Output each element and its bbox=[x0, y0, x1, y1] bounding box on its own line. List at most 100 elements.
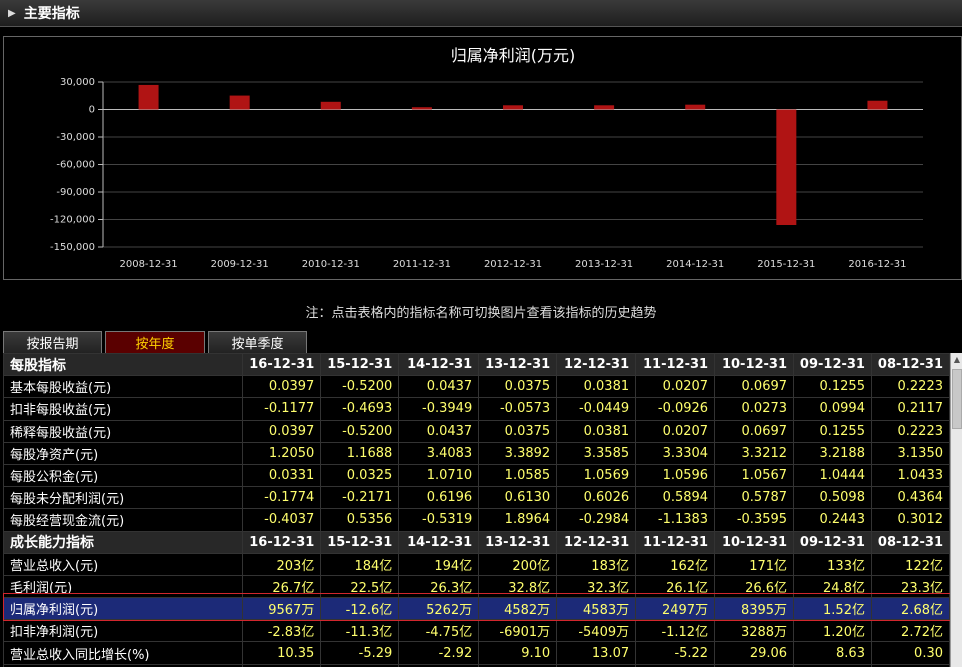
table-row[interactable]: 营业总收入同比增长(%) 10.35 -5.29 -2.92 9.10 13.07 -5.2… bbox=[3, 641, 950, 665]
indicator-value: 0.3012 bbox=[870, 508, 950, 532]
vertical-scrollbar[interactable]: ▲ bbox=[950, 353, 962, 667]
indicator-table: 每股指标 16-12-31 15-12-31 14-12-31 13-12-31 12-1… bbox=[3, 353, 950, 667]
indicator-value: 0.6196 bbox=[398, 486, 480, 510]
indicator-name[interactable]: 归属净利润(元) bbox=[3, 597, 244, 621]
column-header: 16-12-31 bbox=[242, 353, 322, 377]
y-tick-label: -90,000 bbox=[56, 187, 95, 198]
indicator-value: 0.0375 bbox=[478, 419, 558, 443]
column-header: 08-12-31 bbox=[870, 530, 950, 554]
indicator-value: -0.1177 bbox=[242, 397, 322, 421]
indicator-value: 4583万 bbox=[556, 597, 637, 621]
indicator-value: 0.0381 bbox=[556, 419, 637, 443]
indicator-value: -0.0449 bbox=[556, 397, 637, 421]
indicator-value: 0.1255 bbox=[793, 419, 872, 443]
indicator-name[interactable]: 每股净资产(元) bbox=[3, 441, 244, 465]
group-header-row: 成长能力指标 16-12-31 15-12-31 14-12-31 13-12-31 12… bbox=[3, 530, 950, 554]
indicator-value: -2.92 bbox=[398, 641, 480, 665]
tab-by-report-period[interactable]: 按报告期 bbox=[3, 331, 102, 353]
tab-by-year[interactable]: 按年度 bbox=[105, 331, 205, 353]
indicator-value: 0.0207 bbox=[635, 419, 716, 443]
table-row[interactable]: 营业总收入(元) 203亿 184亿 194亿 200亿 183亿 162亿 171亿 133亿… bbox=[3, 552, 950, 576]
indicator-value: 26.3亿 bbox=[398, 574, 480, 599]
indicator-value: 1.0585 bbox=[478, 463, 558, 488]
column-header: 14-12-31 bbox=[398, 530, 480, 554]
bar bbox=[685, 104, 706, 110]
indicator-value: 183亿 bbox=[556, 552, 637, 576]
table-row[interactable]: 扣非每股收益(元) -0.1177 -0.4693 -0.3949 -0.0573 -0.… bbox=[3, 397, 950, 421]
indicator-value: -0.0573 bbox=[478, 397, 558, 421]
table-row[interactable]: 毛利润(元) 26.7亿 22.5亿 26.3亿 32.8亿 32.3亿 26.1亿 26.6… bbox=[3, 574, 950, 599]
section-header[interactable]: ▶ 主要指标 bbox=[0, 0, 962, 27]
indicator-value: 0.0381 bbox=[556, 375, 637, 399]
indicator-name[interactable]: 营业总收入同比增长(%) bbox=[3, 641, 244, 665]
indicator-value: -0.3595 bbox=[714, 508, 795, 532]
bar bbox=[138, 84, 159, 110]
indicator-value: 203亿 bbox=[242, 552, 322, 576]
indicator-name[interactable]: 扣非每股收益(元) bbox=[3, 397, 244, 421]
indicator-value: 8.63 bbox=[793, 641, 872, 665]
indicator-value: 3.1350 bbox=[870, 441, 950, 465]
table-row[interactable]: 扣非净利润(元) -2.83亿 -11.3亿 -4.75亿 -6901万 -5409万 -1… bbox=[3, 619, 950, 643]
indicator-value: 29.06 bbox=[714, 641, 795, 665]
expand-triangle-icon[interactable]: ▶ bbox=[8, 8, 16, 19]
column-header: 12-12-31 bbox=[556, 530, 637, 554]
indicator-value: 0.6130 bbox=[478, 486, 558, 510]
column-header: 15-12-31 bbox=[320, 530, 400, 554]
indicator-value: 0.5356 bbox=[320, 508, 400, 532]
indicator-value: 0.4364 bbox=[870, 486, 950, 510]
column-header: 09-12-31 bbox=[793, 353, 872, 377]
indicator-value: -1.12亿 bbox=[635, 619, 716, 643]
indicator-value: 1.8964 bbox=[478, 508, 558, 532]
scroll-thumb[interactable] bbox=[952, 369, 962, 429]
indicator-name[interactable]: 每股公积金(元) bbox=[3, 463, 244, 488]
indicator-value: 0.0994 bbox=[793, 397, 872, 421]
indicator-name[interactable]: 每股经营现金流(元) bbox=[3, 508, 244, 532]
indicator-value: 2.68亿 bbox=[870, 597, 950, 621]
indicator-value: 26.6亿 bbox=[714, 574, 795, 599]
column-header: 09-12-31 bbox=[793, 530, 872, 554]
table-row[interactable]: 每股净资产(元) 1.2050 1.1688 3.4083 3.3892 3.3585 3.… bbox=[3, 441, 950, 465]
scroll-up-icon[interactable]: ▲ bbox=[951, 353, 962, 367]
indicator-value: 0.0397 bbox=[242, 419, 322, 443]
indicator-name[interactable]: 基本每股收益(元) bbox=[3, 375, 244, 399]
indicator-value: 1.52亿 bbox=[793, 597, 872, 621]
indicator-value: 0.0397 bbox=[242, 375, 322, 399]
indicator-value: -0.5200 bbox=[320, 375, 400, 399]
indicator-value: 1.0569 bbox=[556, 463, 637, 488]
bar bbox=[503, 105, 523, 110]
indicator-name[interactable]: 每股未分配利润(元) bbox=[3, 486, 244, 510]
indicator-value: 8395万 bbox=[714, 597, 795, 621]
indicator-value: 171亿 bbox=[714, 552, 795, 576]
table-row[interactable]: 基本每股收益(元) 0.0397 -0.5200 0.0437 0.0375 0.0381… bbox=[3, 375, 950, 399]
column-header: 10-12-31 bbox=[714, 353, 795, 377]
indicator-value: -1.1383 bbox=[635, 508, 716, 532]
column-header: 15-12-31 bbox=[320, 353, 400, 377]
indicator-name[interactable]: 扣非净利润(元) bbox=[3, 619, 244, 643]
indicator-value: 1.20亿 bbox=[793, 619, 872, 643]
tab-by-quarter[interactable]: 按单季度 bbox=[208, 331, 307, 353]
indicator-value: -0.2984 bbox=[556, 508, 637, 532]
indicator-value: 1.0710 bbox=[398, 463, 480, 488]
indicator-value: 3.4083 bbox=[398, 441, 480, 465]
table-row[interactable]: 归属净利润(元) 9567万 -12.6亿 5262万 4582万 4583万 2497万 8… bbox=[3, 597, 950, 621]
indicator-value: -6901万 bbox=[478, 619, 558, 643]
table-row[interactable]: 每股未分配利润(元) -0.1774 -0.2171 0.6196 0.6130 0.60… bbox=[3, 486, 950, 510]
indicator-value: 3288万 bbox=[714, 619, 795, 643]
indicator-name[interactable]: 营业总收入(元) bbox=[3, 552, 244, 576]
indicator-value: 1.0596 bbox=[635, 463, 716, 488]
table-row[interactable]: 每股公积金(元) 0.0331 0.0325 1.0710 1.0585 1.0569 1.… bbox=[3, 463, 950, 488]
x-tick-label: 2012-12-31 bbox=[484, 259, 542, 270]
indicator-value: 32.3亿 bbox=[556, 574, 637, 599]
indicator-value: 9567万 bbox=[242, 597, 322, 621]
indicator-name[interactable]: 稀释每股收益(元) bbox=[3, 419, 244, 443]
indicator-value: 1.0444 bbox=[793, 463, 872, 488]
indicator-value: 32.8亿 bbox=[478, 574, 558, 599]
indicator-value: 194亿 bbox=[398, 552, 480, 576]
x-tick-label: 2015-12-31 bbox=[757, 259, 815, 270]
table-row[interactable]: 稀释每股收益(元) 0.0397 -0.5200 0.0437 0.0375 0.0381… bbox=[3, 419, 950, 443]
indicator-name[interactable]: 毛利润(元) bbox=[3, 574, 244, 599]
table-row[interactable]: 每股经营现金流(元) -0.4037 0.5356 -0.5319 1.8964 -0.2… bbox=[3, 508, 950, 532]
indicator-value: 200亿 bbox=[478, 552, 558, 576]
x-tick-label: 2014-12-31 bbox=[666, 259, 724, 270]
indicator-value: -5.29 bbox=[320, 641, 400, 665]
